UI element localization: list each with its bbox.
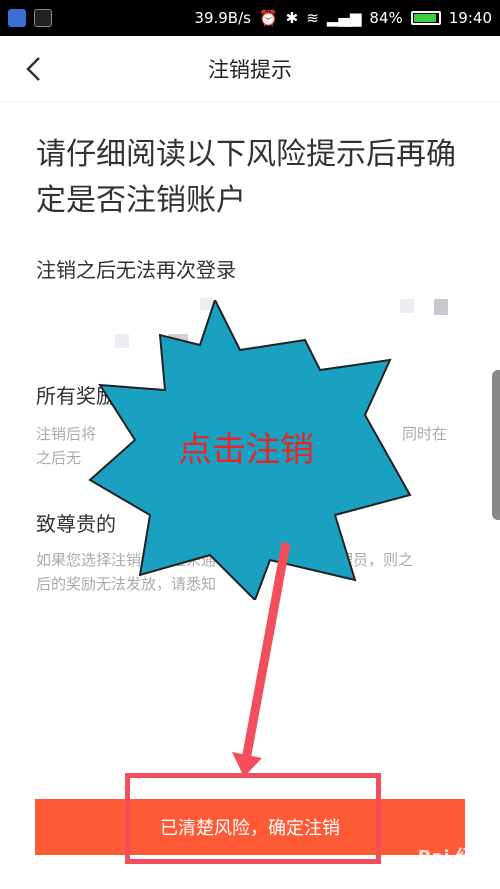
- watermark-url: jingyan.baidu.com: [394, 873, 478, 883]
- watermark: Bai 经验: [417, 847, 492, 868]
- battery-fill: [413, 14, 436, 22]
- nav-bar: 注销提示: [0, 36, 500, 102]
- status-indicators: 39.9B/s ⏰ ✱ ≋ ▂▄▆ 84% 19:40: [194, 9, 492, 27]
- back-arrow-icon[interactable]: [20, 55, 48, 83]
- alarm-icon: ⏰: [258, 9, 278, 27]
- battery-percent: 84%: [369, 9, 403, 27]
- highlight-box: [125, 773, 381, 864]
- status-notifications: [8, 9, 52, 27]
- side-drawer-handle[interactable]: [492, 370, 500, 520]
- qq-icon: [34, 9, 52, 27]
- battery-icon: [410, 11, 441, 25]
- page-title: 注销提示: [208, 57, 292, 82]
- status-bar: 39.9B/s ⏰ ✱ ≋ ▂▄▆ 84% 19:40: [0, 0, 500, 36]
- risk-headline: 请仔细阅读以下风险提示后再确定是否注销账户: [36, 137, 456, 218]
- signal-icon: ▂▄▆: [326, 9, 362, 27]
- shield-icon: [8, 9, 26, 27]
- lead-text: 注销之后无法再次登录: [36, 258, 236, 282]
- network-speed: 39.9B/s: [194, 9, 251, 27]
- bluetooth-icon: ✱: [285, 9, 299, 27]
- clock: 19:40: [448, 9, 492, 27]
- callout-label: 点击注销: [178, 430, 314, 470]
- wifi-icon: ≋: [306, 9, 319, 27]
